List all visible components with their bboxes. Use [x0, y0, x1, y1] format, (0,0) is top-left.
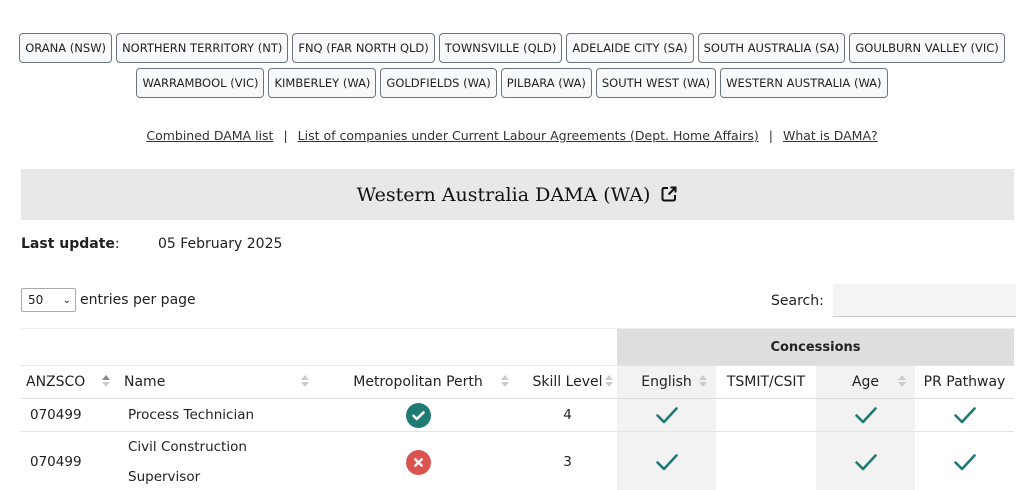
column-header-age[interactable]: Age — [816, 365, 915, 399]
last-update-label: Last update — [21, 236, 115, 252]
cell-anzsco: 070499 — [21, 431, 119, 490]
cell-metropolitan-perth — [318, 431, 518, 490]
cell-anzsco: 070499 — [21, 398, 119, 432]
region-button-townsville[interactable]: TOWNSVILLE (QLD) — [438, 33, 563, 63]
group-header-spacer — [21, 328, 617, 366]
column-header-label: Metropolitan Perth — [353, 374, 483, 390]
entries-label: entries per page — [80, 292, 196, 308]
page-title-text: Western Australia DAMA (WA) — [356, 183, 651, 206]
column-header-label: TSMIT/CSIT — [726, 374, 806, 390]
column-header-anzsco[interactable]: ANZSCO — [21, 365, 119, 399]
sort-icon — [501, 375, 509, 389]
region-button-goulburn-valley[interactable]: GOULBURN VALLEY (VIC) — [849, 33, 1005, 63]
link-separator: | — [283, 128, 288, 143]
column-header-label: Skill Level — [532, 374, 603, 390]
column-header-label: ANZSCO — [26, 374, 86, 390]
region-button-kimberley[interactable]: KIMBERLEY (WA) — [268, 68, 377, 98]
search-input[interactable] — [832, 284, 1016, 317]
cell-english — [617, 398, 716, 432]
column-header-label: Age — [851, 374, 880, 390]
column-header-english[interactable]: English — [617, 365, 716, 399]
resource-links: Combined DAMA list | List of companies und… — [0, 128, 1024, 143]
link-separator: | — [768, 128, 773, 143]
what-is-dama-link[interactable]: What is DAMA? — [783, 128, 878, 143]
column-header-row: ANZSCO Name Metropolitan Perth Skill Lev… — [21, 365, 1014, 399]
sort-icon — [699, 375, 707, 389]
x-circle-icon — [405, 449, 431, 475]
region-button-south-australia[interactable]: SOUTH AUSTRALIA (SA) — [697, 33, 846, 63]
check-icon — [953, 407, 976, 424]
search-label: Search: — [771, 292, 824, 309]
chevron-down-icon: ⌄ — [62, 294, 71, 306]
column-header-pr-pathway[interactable]: PR Pathway — [915, 365, 1014, 399]
column-header-tsmit[interactable]: TSMIT/CSIT — [716, 365, 816, 399]
title-bar: Western Australia DAMA (WA) — [21, 169, 1014, 220]
sort-icon — [301, 375, 309, 389]
region-button-northern-territory[interactable]: NORTHERN TERRITORY (NT) — [116, 33, 289, 63]
region-button-pilbara[interactable]: PILBARA (WA) — [500, 68, 592, 98]
entries-select-value: 50 — [28, 293, 44, 307]
column-header-metropolitan-perth[interactable]: Metropolitan Perth — [318, 365, 518, 399]
check-icon — [854, 407, 877, 424]
region-button-warrambool[interactable]: WARRAMBOOL (VIC) — [136, 68, 265, 98]
entries-select[interactable]: 50 ⌄ — [21, 288, 76, 312]
cell-skill-level: 3 — [518, 431, 617, 490]
sort-icon — [102, 375, 110, 389]
external-link-icon[interactable] — [660, 185, 678, 203]
column-header-name[interactable]: Name — [119, 365, 318, 399]
region-button-western-australia[interactable]: WESTERN AUSTRALIA (WA) — [720, 68, 888, 98]
cell-name: Civil Construction Supervisor — [119, 431, 318, 490]
cell-pr-pathway — [915, 431, 1014, 490]
cell-metropolitan-perth — [318, 398, 518, 432]
check-icon — [854, 454, 877, 471]
check-circle-icon — [405, 402, 431, 428]
check-icon — [655, 407, 678, 424]
cell-tsmit — [716, 431, 816, 490]
cell-tsmit — [716, 398, 816, 432]
check-icon — [655, 454, 678, 471]
table-row: 070499 Civil Construction Supervisor 3 — [21, 431, 1014, 490]
combined-dama-link[interactable]: Combined DAMA list — [146, 128, 273, 143]
region-button-adelaide-city[interactable]: ADELAIDE CITY (SA) — [566, 33, 694, 63]
dama-table: Concessions ANZSCO Name Metropolitan Per… — [21, 328, 1014, 490]
column-header-label: Name — [124, 374, 166, 390]
column-header-skill-level[interactable]: Skill Level — [518, 365, 617, 399]
cell-skill-level: 4 — [518, 398, 617, 432]
cell-english — [617, 431, 716, 490]
check-icon — [953, 454, 976, 471]
region-button-orana[interactable]: ORANA (NSW) — [19, 33, 113, 63]
labour-agreements-link[interactable]: List of companies under Current Labour A… — [298, 128, 759, 143]
sort-icon — [605, 375, 613, 389]
region-nav-row-1: ORANA (NSW) NORTHERN TERRITORY (NT) FNQ … — [0, 33, 1024, 63]
cell-age — [816, 398, 915, 432]
table-row: 070499 Process Technician 4 — [21, 398, 1014, 432]
sort-icon — [898, 375, 906, 389]
search: Search: — [771, 284, 1016, 317]
cell-name: Process Technician — [119, 398, 318, 432]
last-update: Last update: 05 February 2025 — [21, 236, 282, 252]
region-nav-row-2: WARRAMBOOL (VIC) KIMBERLEY (WA) GOLDFIEL… — [0, 68, 1024, 98]
region-button-south-west[interactable]: SOUTH WEST (WA) — [595, 68, 717, 98]
column-header-label: PR Pathway — [923, 374, 1006, 390]
concessions-header: Concessions — [617, 328, 1014, 366]
cell-age — [816, 431, 915, 490]
last-update-colon: : — [114, 236, 120, 252]
entries-per-page: 50 ⌄ entries per page — [21, 288, 196, 312]
page-title: Western Australia DAMA (WA) — [357, 184, 679, 206]
region-button-goldfields[interactable]: GOLDFIELDS (WA) — [380, 68, 497, 98]
last-update-value: 05 February 2025 — [158, 236, 283, 252]
column-header-label: English — [641, 374, 692, 390]
region-button-fnq[interactable]: FNQ (FAR NORTH QLD) — [292, 33, 435, 63]
cell-pr-pathway — [915, 398, 1014, 432]
group-header-row: Concessions — [21, 328, 1014, 366]
